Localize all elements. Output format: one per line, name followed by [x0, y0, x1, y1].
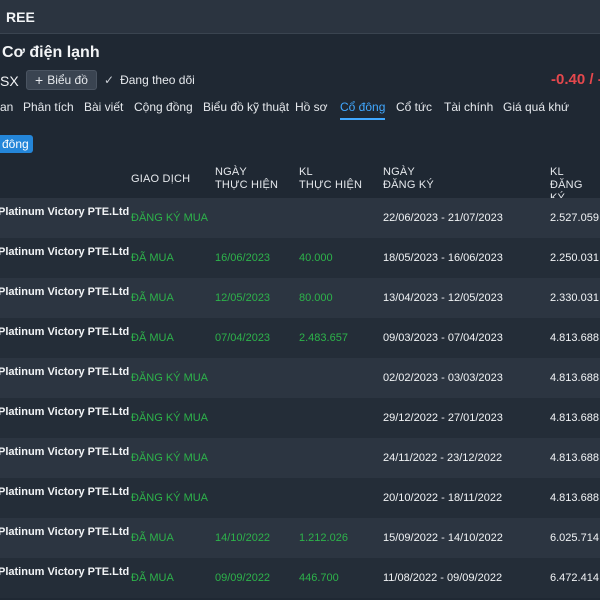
table-row[interactable]: Platinum Victory PTE.Ltd ĐÃ MUA 16/06/20…	[0, 238, 600, 278]
table-row[interactable]: Platinum Victory PTE.Ltd ĐĂNG KÝ MUA 20/…	[0, 478, 600, 518]
tab-community[interactable]: Cộng đồng	[134, 100, 193, 114]
tab-dividends[interactable]: Cổ tức	[396, 100, 432, 114]
price-change: -0.40 / -	[551, 71, 600, 88]
header-reg-date-line2: ĐĂNG KÝ	[383, 179, 434, 191]
header-exec-volume: KL THỰC HIỆN	[299, 166, 362, 192]
table-row[interactable]: Platinum Victory PTE.Ltd ĐĂNG KÝ MUA 29/…	[0, 398, 600, 438]
subtab-insider-trading[interactable]: đông	[0, 135, 33, 153]
tab-articles[interactable]: Bài viết	[84, 100, 123, 114]
chart-button[interactable]: + Biểu đồ	[26, 70, 97, 90]
header-reg-date: NGÀY ĐĂNG KÝ	[383, 166, 434, 192]
table-row[interactable]: Platinum Victory PTE.Ltd ĐĂNG KÝ MUA 02/…	[0, 358, 600, 398]
table-header: GIAO DỊCH NGÀY THỰC HIỆN KL THỰC HIỆN NG…	[0, 160, 600, 204]
tab-analysis[interactable]: Phân tích	[23, 100, 74, 114]
stock-toolbar: SX + Biểu đồ ✓ Đang theo dõi -0.40 / -	[0, 70, 600, 92]
shareholder-name: Platinum Victory PTE.Ltd	[0, 566, 130, 578]
table-row[interactable]: Platinum Victory PTE.Ltd ĐÃ MUA 07/04/20…	[0, 318, 600, 358]
plus-icon: +	[35, 72, 44, 88]
header-exec-volume-line1: KL	[299, 166, 313, 178]
reg-date-range: 11/08/2022 - 09/09/2022	[383, 572, 503, 584]
header-exec-date-line2: THỰC HIỆN	[215, 179, 279, 191]
chart-button-label: Biểu đồ	[47, 73, 88, 87]
header-reg-volume-line1: KL	[550, 166, 564, 178]
tab-overview[interactable]: an	[0, 100, 13, 114]
tab-profile[interactable]: Hồ sơ	[295, 100, 328, 114]
header-exec-volume-line2: THỰC HIỆN	[299, 179, 363, 191]
header-type: GIAO DỊCH	[131, 173, 191, 185]
header-reg-date-line1: NGÀY	[383, 166, 415, 178]
table-row[interactable]: Platinum Victory PTE.Ltd ĐÃ MUA 14/10/20…	[0, 518, 600, 558]
check-icon: ✓	[104, 73, 115, 87]
exchange-label: SX	[0, 73, 19, 89]
tab-financials[interactable]: Tài chính	[444, 100, 493, 114]
follow-label: Đang theo dõi	[120, 73, 195, 87]
table-row[interactable]: Platinum Victory PTE.Ltd ĐĂNG KÝ MUA 22/…	[0, 198, 600, 238]
header-exec-date: NGÀY THỰC HIỆN	[215, 166, 278, 192]
top-bar: REE	[0, 0, 600, 34]
tab-shareholders[interactable]: Cổ đông	[340, 100, 386, 120]
table-row[interactable]: Platinum Victory PTE.Ltd ĐÃ MUA 09/09/20…	[0, 558, 600, 598]
company-name: Cơ điện lạnh	[2, 44, 100, 61]
ticker-symbol: REE	[6, 9, 35, 25]
table-row[interactable]: Platinum Victory PTE.Ltd ĐÃ MUA 12/05/20…	[0, 278, 600, 318]
header-exec-date-line1: NGÀY	[215, 166, 247, 178]
follow-toggle[interactable]: ✓ Đang theo dõi	[104, 73, 195, 87]
table-row[interactable]: Platinum Victory PTE.Ltd ĐĂNG KÝ MUA 24/…	[0, 438, 600, 478]
exec-date: 09/09/2022	[215, 572, 271, 584]
transaction-type: ĐÃ MUA	[131, 572, 174, 584]
tab-price-history[interactable]: Giá quá khứ	[503, 100, 569, 114]
tab-technical-chart[interactable]: Biểu đồ kỹ thuật	[203, 100, 289, 114]
reg-volume: 6.472.414	[550, 572, 599, 584]
exec-volume: 446.700	[299, 572, 339, 584]
tab-bar: an Phân tích Bài viết Cộng đồng Biểu đồ …	[0, 100, 600, 122]
